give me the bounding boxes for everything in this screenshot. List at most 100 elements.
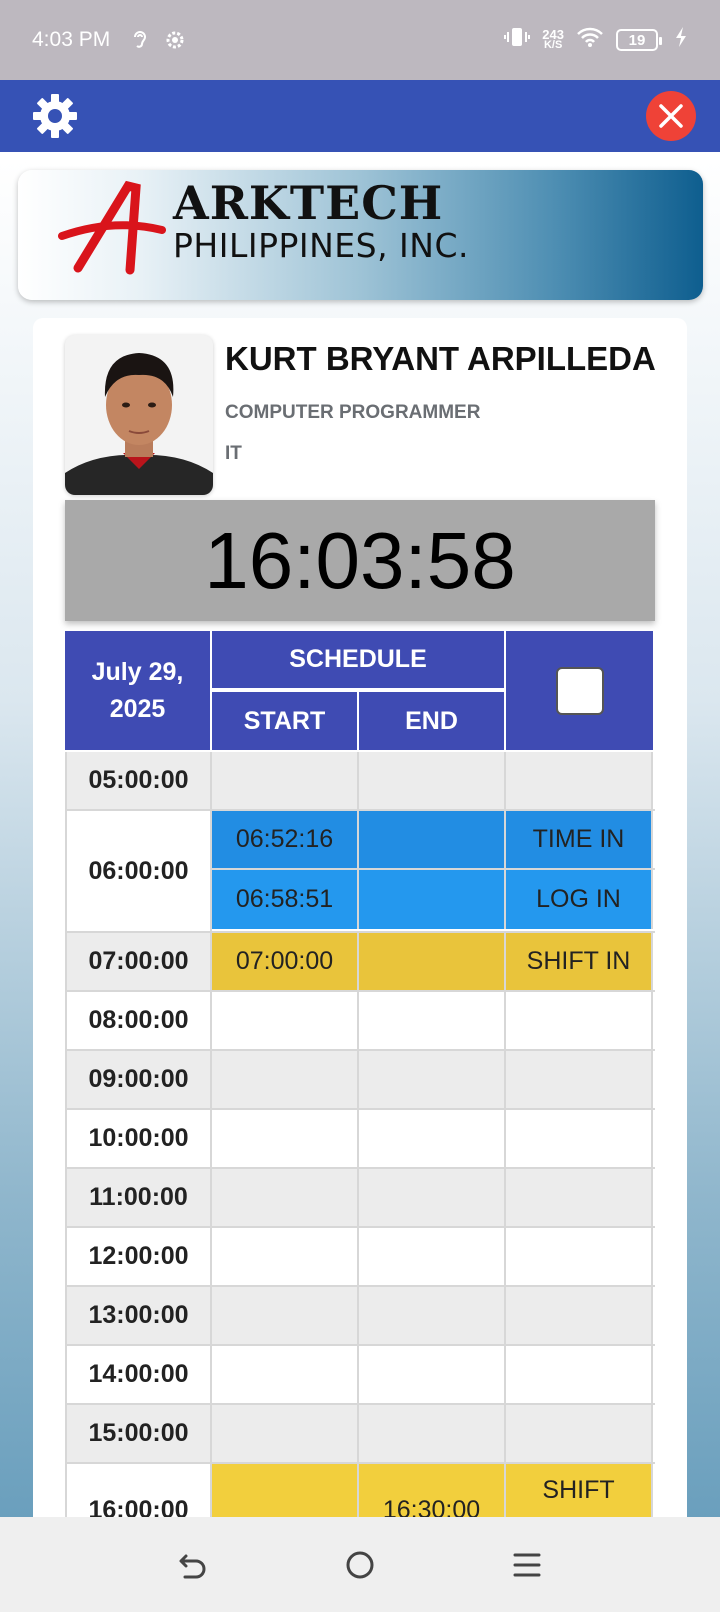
status-right-group: 243 K/S 19 [504, 26, 688, 54]
employee-position: COMPUTER PROGRAMMER [225, 402, 481, 423]
employee-department: IT [225, 443, 242, 464]
table-row: 06:00:00 06:52:16 TIME IN 06:58:51 LOG I… [65, 811, 655, 933]
entry-type: LOG IN [506, 870, 653, 929]
table-row: 10:00:00 [65, 1110, 655, 1169]
row-time: 07:00:00 [65, 933, 212, 990]
row-time: 11:00:00 [65, 1169, 212, 1226]
row-start [212, 1346, 359, 1403]
row-time: 12:00:00 [65, 1228, 212, 1285]
company-logo-banner: ARKTECH PHILIPPINES, INC. [18, 170, 703, 300]
row-start [212, 992, 359, 1049]
row-end [359, 1405, 506, 1462]
row-end [359, 1346, 506, 1403]
row-entries: 06:52:16 TIME IN 06:58:51 LOG IN [212, 811, 655, 931]
entry-start: 06:52:16 [212, 811, 359, 868]
company-logo-icon [58, 180, 166, 275]
settings-status-icon [164, 29, 186, 51]
settings-button[interactable] [30, 91, 80, 141]
entry-type: TIME IN [506, 811, 653, 868]
select-all-checkbox[interactable] [555, 666, 604, 715]
row-end [359, 1287, 506, 1344]
row-type [506, 1110, 653, 1167]
row-end [359, 752, 506, 809]
row-type [506, 1169, 653, 1226]
entry-start: 06:58:51 [212, 870, 359, 929]
entry-end [359, 870, 506, 929]
row-start: 07:00:00 [212, 933, 359, 990]
row-type [506, 1228, 653, 1285]
row-time: 08:00:00 [65, 992, 212, 1049]
row-time: 15:00:00 [65, 1405, 212, 1462]
select-all-cell [506, 631, 653, 750]
row-end [359, 992, 506, 1049]
table-row: 08:00:00 [65, 992, 655, 1051]
row-start [212, 1287, 359, 1344]
entry-row[interactable]: 06:58:51 LOG IN [212, 870, 655, 929]
employee-name: KURT BRYANT ARPILLEDA [225, 340, 656, 377]
schedule-date: July 29, 2025 [65, 631, 210, 750]
schedule-table-header: July 29, 2025 SCHEDULE START END [65, 631, 655, 752]
system-nav-bar [0, 1517, 720, 1612]
row-end [359, 1228, 506, 1285]
row-end [359, 933, 506, 990]
row-time: 09:00:00 [65, 1051, 212, 1108]
table-row: 09:00:00 [65, 1051, 655, 1110]
row-end [359, 1169, 506, 1226]
row-start [212, 1110, 359, 1167]
table-row: 05:00:00 [65, 752, 655, 811]
menu-icon [513, 1553, 541, 1576]
back-icon [179, 1554, 206, 1578]
table-row: 14:00:00 [65, 1346, 655, 1405]
home-button[interactable] [335, 1540, 385, 1590]
row-start [212, 752, 359, 809]
row-type [506, 1346, 653, 1403]
row-type: SHIFT IN [506, 933, 653, 990]
back-button[interactable] [168, 1540, 218, 1590]
digital-clock: 16:03:58 [65, 500, 655, 621]
start-column-header: START [212, 692, 357, 750]
table-row: 13:00:00 [65, 1287, 655, 1346]
row-type [506, 752, 653, 809]
row-type [506, 1287, 653, 1344]
row-type [506, 1051, 653, 1108]
row-start [212, 1051, 359, 1108]
hearing-icon [128, 29, 150, 51]
battery-indicator: 19 [616, 29, 662, 51]
row-start [212, 1169, 359, 1226]
table-row[interactable]: 07:00:00 07:00:00 SHIFT IN [65, 933, 655, 992]
row-type [506, 992, 653, 1049]
table-row: 15:00:00 [65, 1405, 655, 1464]
row-end [359, 1110, 506, 1167]
vibrate-icon [504, 26, 531, 54]
row-end [359, 1051, 506, 1108]
logo-text-secondary: PHILIPPINES, INC. [173, 226, 470, 265]
app-bar [0, 80, 720, 152]
entry-end [359, 811, 506, 868]
row-time: 14:00:00 [65, 1346, 212, 1403]
row-time: 10:00:00 [65, 1110, 212, 1167]
recents-button[interactable] [502, 1540, 552, 1590]
close-icon [659, 104, 683, 128]
status-bar: 4:03 PM 243 K/S 19 [0, 0, 720, 80]
schedule-table: July 29, 2025 SCHEDULE START END 05:00:0… [65, 631, 655, 1584]
row-time: 13:00:00 [65, 1287, 212, 1344]
schedule-header: SCHEDULE [212, 631, 504, 688]
charging-icon [674, 26, 688, 54]
gear-icon [33, 94, 77, 138]
row-time: 06:00:00 [65, 811, 212, 931]
wifi-icon [576, 26, 604, 54]
network-speed-unit: K/S [543, 39, 563, 51]
table-row: 12:00:00 [65, 1228, 655, 1287]
close-button[interactable] [646, 91, 696, 141]
home-icon [346, 1551, 374, 1578]
end-column-header: END [359, 692, 504, 750]
network-speed: 243 K/S [542, 28, 564, 51]
table-row: 11:00:00 [65, 1169, 655, 1228]
entry-row[interactable]: 06:52:16 TIME IN [212, 811, 655, 870]
row-type [506, 1405, 653, 1462]
employee-photo [65, 335, 213, 495]
row-start [212, 1405, 359, 1462]
row-time: 05:00:00 [65, 752, 212, 809]
row-start [212, 1228, 359, 1285]
logo-text-primary: ARKTECH [173, 176, 444, 230]
